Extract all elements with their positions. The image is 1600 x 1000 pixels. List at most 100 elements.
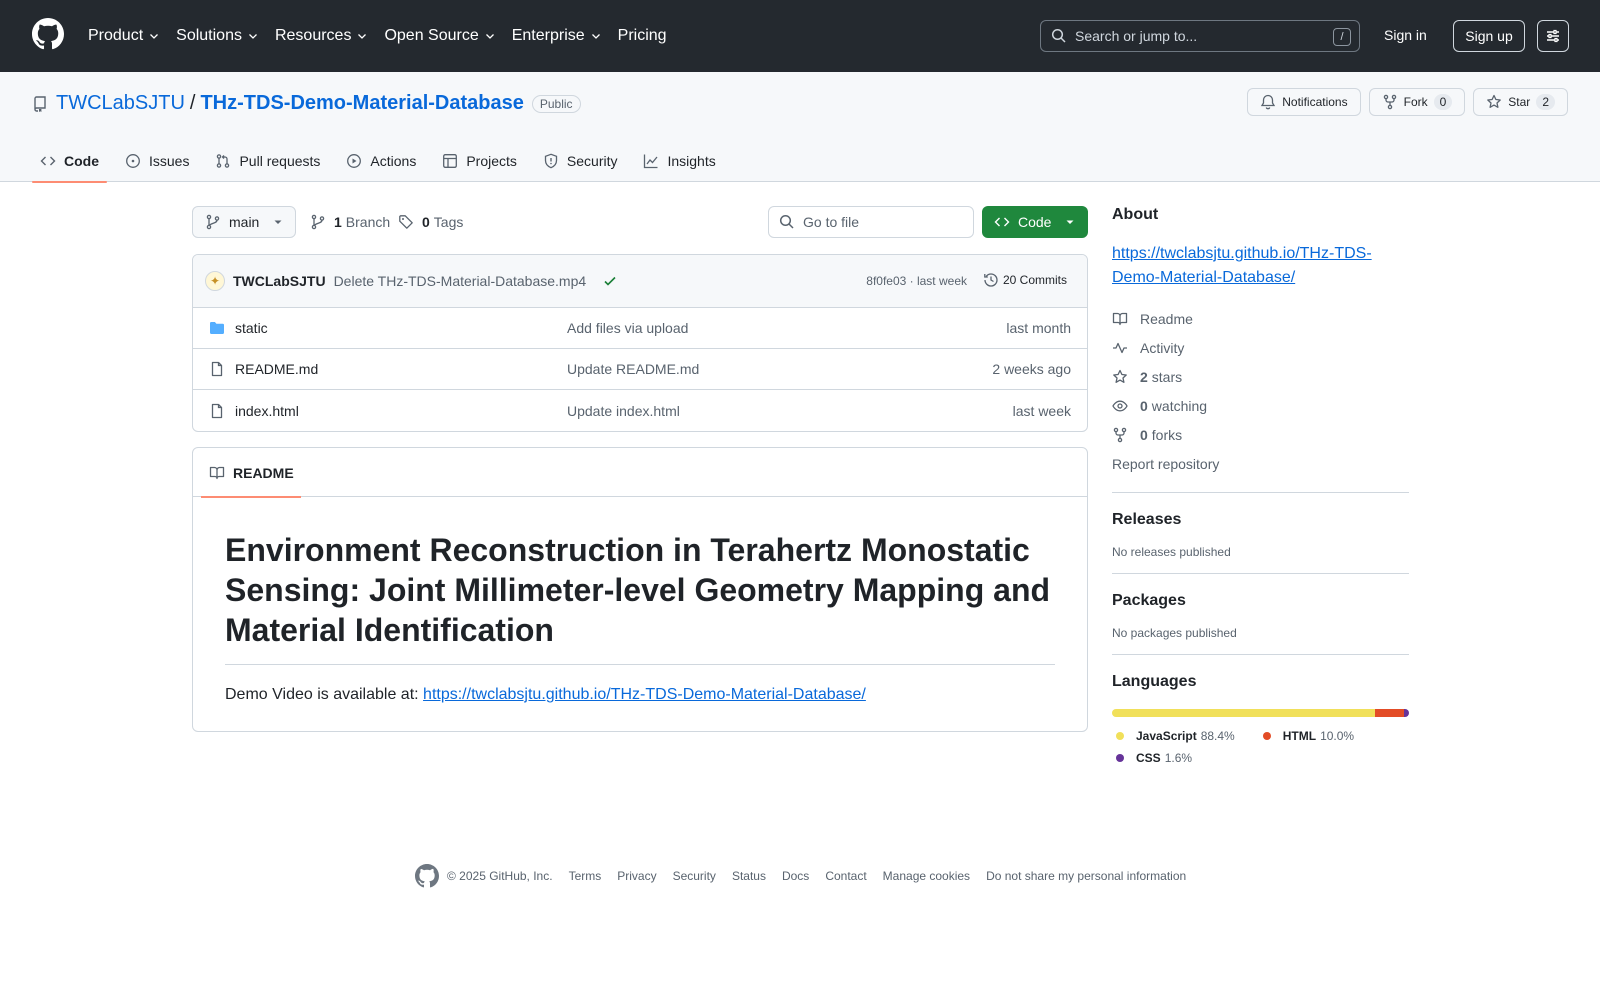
releases-empty: No releases published [1112, 545, 1231, 559]
language-bar-segment-html [1374, 709, 1405, 717]
nav-enterprise[interactable]: Enterprise [512, 27, 602, 45]
language-item-html[interactable]: HTML 10.0% [1259, 725, 1354, 747]
commit-message-link[interactable]: Delete THz-TDS-Material-Database.mp4 [334, 273, 587, 289]
file-name-link[interactable]: static [235, 320, 268, 336]
repo-icon [32, 95, 48, 112]
commit-hash-date[interactable]: 8f0fe03 · last week [866, 274, 967, 288]
tab-actions[interactable]: Actions [338, 140, 424, 182]
watching-link[interactable]: 0 watching [1112, 391, 1409, 420]
file-commit-date: last week [1012, 402, 1071, 419]
nav-pricing[interactable]: Pricing [618, 27, 667, 45]
github-logo-icon[interactable] [415, 864, 439, 888]
tab-code[interactable]: Code [32, 140, 107, 183]
releases-section: Releases No releases published [1112, 492, 1409, 559]
file-row[interactable]: static Add files via upload last month [193, 308, 1087, 349]
global-nav: Product Solutions Resources Open Source … [88, 0, 683, 72]
file-commit-message[interactable]: Add files via upload [567, 320, 688, 336]
nav-resources[interactable]: Resources [275, 27, 368, 45]
file-row[interactable]: README.md Update README.md 2 weeks ago [193, 349, 1087, 390]
footer-link-privacy[interactable]: Privacy [617, 869, 656, 883]
tag-icon [398, 214, 414, 230]
pulse-icon [1112, 340, 1128, 356]
report-repository-link[interactable]: Report repository [1112, 449, 1409, 478]
nav-product[interactable]: Product [88, 27, 160, 45]
go-to-file-input[interactable]: Go to file [768, 206, 974, 238]
tab-issues[interactable]: Issues [117, 140, 197, 182]
code-icon [994, 214, 1010, 230]
commit-author-link[interactable]: TWCLabSJTU [233, 273, 326, 289]
language-legend: JavaScript 88.4% HTML 10.0% CSS 1.6% [1112, 725, 1409, 769]
tags-link[interactable]: 0 Tags [398, 214, 463, 230]
github-logo-icon[interactable] [32, 18, 64, 50]
tab-pull-requests[interactable]: Pull requests [207, 140, 328, 182]
footer-link-do-not-share[interactable]: Do not share my personal information [986, 869, 1186, 883]
star-button[interactable]: Star 2 [1473, 88, 1568, 116]
repo-title: TWCLabSJTU / THz-TDS-Demo-Material-Datab… [32, 92, 581, 115]
footer-link-docs[interactable]: Docs [782, 869, 809, 883]
language-dot [1116, 754, 1124, 762]
repo-path-separator: / [189, 92, 196, 114]
notifications-button[interactable]: Notifications [1247, 88, 1361, 116]
search-input[interactable]: Search or jump to... / [1040, 20, 1360, 52]
chevron-down-icon [356, 30, 368, 42]
footer-link-terms[interactable]: Terms [569, 869, 602, 883]
releases-heading[interactable]: Releases [1112, 511, 1409, 529]
language-item-javascript[interactable]: JavaScript 88.4% [1112, 725, 1235, 747]
branch-select-button[interactable]: main [192, 206, 296, 238]
repo-owner-link[interactable]: TWCLabSJTU [56, 92, 185, 115]
activity-link[interactable]: Activity [1112, 333, 1409, 362]
code-dropdown-button[interactable]: Code [982, 206, 1088, 238]
search-shortcut-key: / [1333, 28, 1351, 46]
code-icon [40, 153, 56, 169]
repo-header: TWCLabSJTU / THz-TDS-Demo-Material-Datab… [0, 72, 1600, 183]
chevron-down-icon [247, 30, 259, 42]
star-count: 2 [1536, 94, 1555, 110]
file-commit-message[interactable]: Update README.md [567, 361, 699, 377]
file-name-link[interactable]: README.md [235, 361, 318, 377]
footer-link-security[interactable]: Security [673, 869, 716, 883]
forks-link[interactable]: 0 forks [1112, 420, 1409, 449]
tab-insights[interactable]: Insights [635, 140, 723, 182]
language-bar-segment-css [1404, 709, 1409, 717]
fork-icon [1112, 427, 1128, 443]
caret-down-icon [1065, 217, 1075, 227]
check-icon[interactable] [602, 273, 618, 289]
commits-history-link[interactable]: 20 Commits [983, 272, 1067, 288]
file-icon [209, 403, 225, 419]
language-dot [1116, 732, 1124, 740]
languages-heading: Languages [1112, 673, 1197, 690]
avatar[interactable]: ✦ [205, 271, 225, 291]
file-commit-message[interactable]: Update index.html [567, 403, 680, 419]
sign-in-link[interactable]: Sign in [1384, 27, 1427, 43]
sign-up-button[interactable]: Sign up [1453, 20, 1525, 52]
footer-link-status[interactable]: Status [732, 869, 766, 883]
file-row[interactable]: index.html Update index.html last week [193, 390, 1087, 431]
fork-button[interactable]: Fork 0 [1368, 88, 1466, 116]
book-icon [1112, 311, 1128, 327]
file-name-link[interactable]: index.html [235, 403, 299, 419]
packages-heading[interactable]: Packages [1112, 592, 1409, 610]
chevron-down-icon [484, 30, 496, 42]
issue-icon [125, 153, 141, 169]
folder-icon [209, 320, 225, 336]
settings-sliders-icon[interactable] [1537, 20, 1569, 52]
branches-link[interactable]: 1 Branch [310, 214, 390, 230]
readme-link[interactable]: Readme [1112, 304, 1409, 333]
nav-solutions[interactable]: Solutions [176, 27, 259, 45]
demo-video-link[interactable]: https://twclabsjtu.github.io/THz-TDS-Dem… [423, 686, 866, 703]
global-header: Product Solutions Resources Open Source … [0, 0, 1600, 72]
file-navigation: main 1 Branch 0 Tags Go to file Code [192, 206, 1088, 238]
page-footer: © 2025 GitHub, Inc. Terms Privacy Securi… [415, 864, 1202, 888]
homepage-link[interactable]: https://twclabsjtu.github.io/THz-TDS-Dem… [1112, 242, 1409, 290]
readme-paragraph: Demo Video is available at: https://twcl… [225, 686, 866, 703]
tab-projects[interactable]: Projects [434, 140, 525, 182]
tab-readme[interactable]: README [201, 448, 301, 498]
repo-name-link[interactable]: THz-TDS-Demo-Material-Database [200, 92, 523, 115]
footer-link-manage-cookies[interactable]: Manage cookies [883, 869, 970, 883]
tab-security[interactable]: Security [535, 140, 626, 182]
language-item-css[interactable]: CSS 1.6% [1112, 747, 1192, 769]
nav-open-source[interactable]: Open Source [384, 27, 495, 45]
repo-tabs: Code Issues Pull requests Actions Projec… [32, 140, 734, 183]
stars-link[interactable]: 2 stars [1112, 362, 1409, 391]
footer-link-contact[interactable]: Contact [825, 869, 866, 883]
